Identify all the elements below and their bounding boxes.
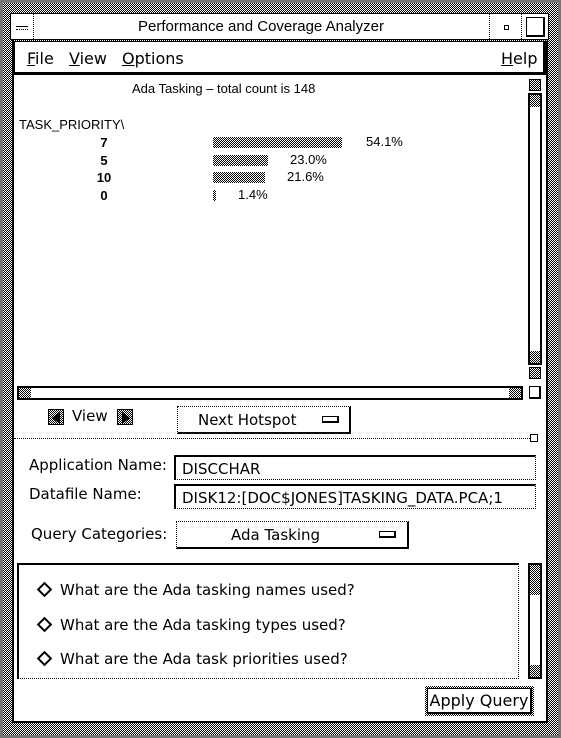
chart-horizontal-scrollbar[interactable] bbox=[17, 386, 523, 400]
main-window: File View Options Help Ada Tasking – tot… bbox=[12, 40, 548, 723]
view-previous-button[interactable] bbox=[48, 409, 64, 425]
view-label: View bbox=[72, 407, 108, 425]
category-label: 10 bbox=[96, 170, 112, 185]
category-label: 0 bbox=[100, 187, 108, 203]
datafile-name-label: Datafile Name: bbox=[29, 485, 142, 503]
scroll-left-arrow-icon[interactable] bbox=[19, 388, 31, 398]
query-categories-label: Query Categories: bbox=[31, 525, 168, 543]
right-arrow-icon bbox=[122, 412, 130, 424]
pane-separator bbox=[14, 438, 534, 439]
next-hotspot-button[interactable]: Next Hotspot bbox=[177, 406, 351, 434]
histogram-chart: Ada Tasking – total count is 148 TASK_PR… bbox=[14, 75, 524, 387]
category-label: 7 bbox=[100, 135, 108, 150]
chart-vertical-scrollbar[interactable] bbox=[528, 79, 542, 379]
window-menu-button[interactable] bbox=[11, 14, 34, 39]
query-list: What are the Ada tasking names used? Wha… bbox=[17, 563, 519, 679]
bar bbox=[213, 154, 268, 166]
option-menu-icon bbox=[322, 416, 339, 423]
scroll-to-bottom-button[interactable] bbox=[529, 367, 541, 379]
radio-diamond-icon[interactable] bbox=[36, 616, 53, 633]
scrollbar-corner bbox=[529, 386, 541, 399]
value-label: 21.6% bbox=[287, 169, 324, 184]
apply-query-button[interactable]: Apply Query bbox=[425, 686, 534, 716]
radio-diamond-icon[interactable] bbox=[36, 581, 53, 598]
scroll-up-arrow-icon[interactable] bbox=[530, 95, 540, 107]
title-bar[interactable]: Performance and Coverage Analyzer bbox=[10, 13, 549, 40]
option-menu-icon bbox=[379, 531, 396, 538]
menu-view[interactable]: View bbox=[69, 49, 107, 68]
radio-diamond-selected-icon[interactable] bbox=[36, 650, 53, 667]
application-name-field[interactable]: DISCCHAR bbox=[174, 455, 536, 480]
scroll-down-arrow-icon[interactable] bbox=[530, 665, 540, 677]
value-label: 23.0% bbox=[290, 151, 327, 167]
chart-title: Ada Tasking – total count is 148 bbox=[132, 81, 316, 96]
maximize-button[interactable] bbox=[521, 14, 548, 39]
vertical-scroll-track[interactable] bbox=[528, 93, 542, 365]
pane-sash-handle[interactable] bbox=[530, 434, 538, 442]
scroll-down-arrow-icon[interactable] bbox=[530, 351, 540, 363]
window-title: Performance and Coverage Analyzer bbox=[138, 18, 384, 35]
bar bbox=[213, 189, 216, 201]
query-categories-select[interactable]: Ada Tasking bbox=[176, 521, 409, 549]
bar bbox=[213, 137, 342, 148]
scroll-thumb[interactable] bbox=[530, 577, 540, 595]
bar bbox=[213, 172, 265, 183]
scroll-to-top-button[interactable] bbox=[529, 79, 541, 91]
scroll-right-arrow-icon[interactable] bbox=[509, 388, 521, 398]
value-label: 54.1% bbox=[366, 134, 403, 149]
minimize-button[interactable] bbox=[489, 14, 521, 39]
menu-bar: File View Options Help bbox=[14, 41, 546, 75]
value-label: 1.4% bbox=[238, 186, 268, 202]
category-label: 5 bbox=[100, 152, 108, 168]
menu-options[interactable]: Options bbox=[122, 49, 184, 68]
application-name-label: Application Name: bbox=[29, 456, 167, 474]
view-next-button[interactable] bbox=[117, 409, 133, 425]
y-axis-label: TASK_PRIORITY\ bbox=[19, 117, 125, 132]
scroll-up-arrow-icon[interactable] bbox=[530, 565, 540, 577]
left-arrow-icon bbox=[52, 412, 60, 424]
menu-file[interactable]: File bbox=[27, 49, 54, 68]
datafile-name-field[interactable]: DISK12:[DOC$JONES]TASKING_DATA.PCA;1 bbox=[174, 484, 536, 509]
query-list-scrollbar[interactable] bbox=[528, 563, 542, 679]
menu-help[interactable]: Help bbox=[501, 49, 537, 68]
